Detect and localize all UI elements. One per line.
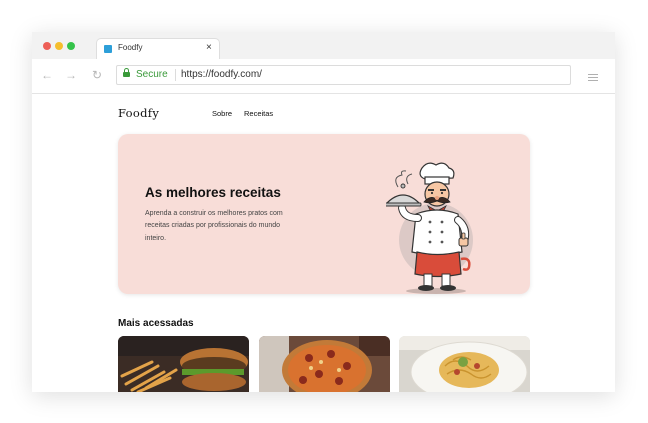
back-arrow-icon[interactable]: ← bbox=[41, 67, 53, 83]
chef-illustration bbox=[386, 162, 473, 294]
forward-arrow-icon[interactable]: → bbox=[65, 67, 77, 83]
hero-description: Aprenda a construir os melhores pratos c… bbox=[145, 210, 283, 242]
browser-window: Foodfy × ← → ↻ Secure https://foodfy.com… bbox=[32, 32, 615, 392]
lock-icon bbox=[123, 68, 130, 79]
recipe-card-pizza[interactable] bbox=[259, 336, 390, 392]
recipe-card-pasta[interactable] bbox=[399, 336, 530, 392]
maximize-window-button[interactable] bbox=[67, 42, 75, 50]
minimize-window-button[interactable] bbox=[55, 42, 63, 50]
close-window-button[interactable] bbox=[43, 42, 51, 50]
nav-link-receitas[interactable]: Receitas bbox=[244, 109, 273, 118]
reload-icon[interactable]: ↻ bbox=[92, 67, 102, 83]
pasta-photo bbox=[399, 336, 530, 392]
url-text[interactable]: https://foodfy.com/ bbox=[181, 69, 262, 80]
address-bar[interactable]: Secure https://foodfy.com/ bbox=[116, 65, 571, 85]
browser-toolbar: ← → ↻ Secure https://foodfy.com/ bbox=[32, 59, 615, 94]
address-divider bbox=[175, 69, 176, 81]
page-content: Foodfy Sobre Receitas As melhores receit… bbox=[32, 94, 615, 392]
site-logo[interactable]: Foodfy bbox=[118, 106, 159, 120]
tab-title: Foodfy bbox=[118, 43, 143, 52]
favicon-icon bbox=[104, 45, 112, 53]
secure-label: Secure bbox=[136, 69, 168, 80]
nav-link-sobre[interactable]: Sobre bbox=[212, 109, 232, 118]
tab-bar: Foodfy × bbox=[32, 32, 615, 59]
hero-title: As melhores receitas bbox=[145, 185, 281, 200]
recipe-card-burger[interactable] bbox=[118, 336, 249, 392]
pizza-photo bbox=[259, 336, 390, 392]
browser-tab[interactable]: Foodfy × bbox=[96, 38, 220, 59]
hamburger-menu-icon[interactable] bbox=[588, 74, 598, 83]
section-title: Mais acessadas bbox=[118, 318, 194, 329]
burger-fries-photo bbox=[118, 336, 249, 392]
hero-banner: As melhores receitas Aprenda a construir… bbox=[118, 134, 530, 294]
tab-close-icon[interactable]: × bbox=[206, 41, 212, 55]
